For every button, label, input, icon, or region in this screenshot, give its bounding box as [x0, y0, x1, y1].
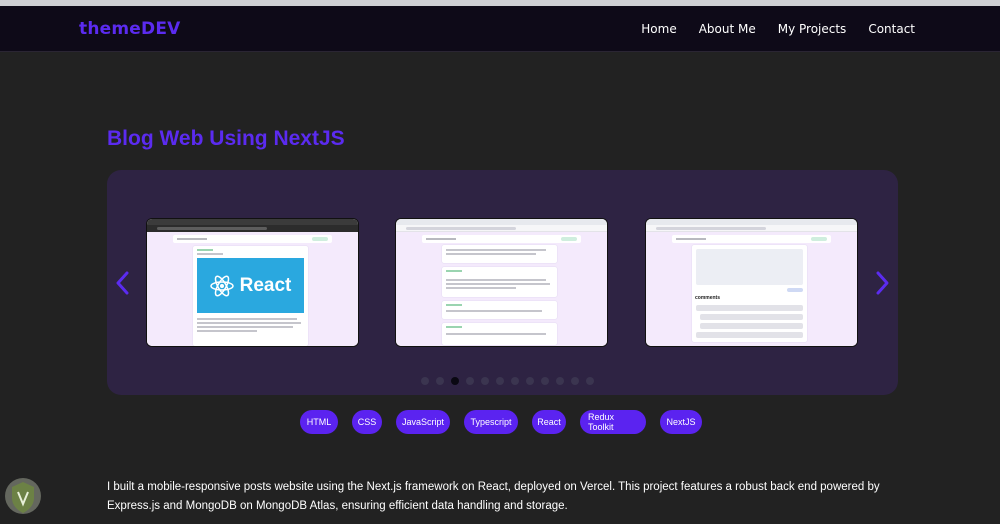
react-banner: React: [197, 258, 304, 313]
nav-link-about-me[interactable]: About Me: [699, 22, 756, 36]
tag-redux-toolkit: Redux Toolkit: [580, 410, 646, 434]
carousel-dot[interactable]: [466, 377, 474, 385]
slide-page: [396, 232, 607, 346]
project-description: I built a mobile-responsive posts websit…: [107, 481, 880, 512]
nav-links: Home About Me My Projects Contact: [641, 22, 915, 36]
tech-tags: HTML CSS JavaScript Typescript React Red…: [300, 410, 702, 434]
tag-react: React: [532, 410, 566, 434]
tag-html: HTML: [300, 410, 338, 434]
slide-search-bar: [173, 235, 332, 243]
tag-typescript: Typescript: [464, 410, 518, 434]
slide-post-card: React: [193, 246, 308, 346]
nav-link-contact[interactable]: Contact: [868, 22, 915, 36]
chevron-right-icon: [876, 271, 889, 295]
chevron-left-icon: [116, 271, 129, 295]
slide-post-card: [442, 323, 557, 345]
carousel-dot[interactable]: [511, 377, 519, 385]
slide-browser-url: [147, 225, 358, 232]
slide-search-bar: [672, 235, 831, 243]
project-title: Blog Web Using NextJS: [107, 127, 345, 150]
react-atom-icon: [209, 275, 234, 296]
nav-link-home[interactable]: Home: [641, 22, 676, 36]
carousel-dot[interactable]: [496, 377, 504, 385]
nav-link-my-projects[interactable]: My Projects: [778, 22, 847, 36]
screenshot-carousel: React comments: [107, 170, 898, 395]
carousel-dot[interactable]: [571, 377, 579, 385]
carousel-dot[interactable]: [436, 377, 444, 385]
navbar: themeDEV Home About Me My Projects Conta…: [0, 6, 1000, 52]
slide-post-card: [442, 301, 557, 319]
carousel-prev-button[interactable]: [113, 270, 133, 296]
carousel-dot[interactable]: [586, 377, 594, 385]
tag-css: CSS: [352, 410, 382, 434]
slide-post-card: [442, 245, 557, 263]
carousel-next-button[interactable]: [872, 270, 892, 296]
carousel-dot-active[interactable]: [451, 377, 459, 385]
slide-post-card: [442, 267, 557, 297]
slide-comments[interactable]: comments: [645, 218, 858, 347]
slide-posts-list[interactable]: [395, 218, 608, 347]
slide-browser-url: [396, 225, 607, 232]
tag-javascript: JavaScript: [396, 410, 450, 434]
slide-comments-label: comments: [695, 295, 721, 301]
slide-search-bar: [422, 235, 581, 243]
slide-page: comments: [646, 232, 857, 346]
slide-page: React: [147, 232, 358, 346]
shield-logo-icon: [3, 474, 43, 518]
carousel-dot[interactable]: [556, 377, 564, 385]
carousel-dot[interactable]: [541, 377, 549, 385]
brand-logo[interactable]: themeDEV: [79, 19, 180, 39]
carousel-dot[interactable]: [421, 377, 429, 385]
slide-react-post[interactable]: React: [146, 218, 359, 347]
carousel-dot[interactable]: [526, 377, 534, 385]
tag-nextjs: NextJS: [660, 410, 702, 434]
react-banner-text: React: [239, 274, 292, 296]
carousel-dots: [421, 377, 594, 385]
slide-browser-url: [646, 225, 857, 232]
carousel-dot[interactable]: [481, 377, 489, 385]
slide-post-card: comments: [692, 245, 807, 342]
